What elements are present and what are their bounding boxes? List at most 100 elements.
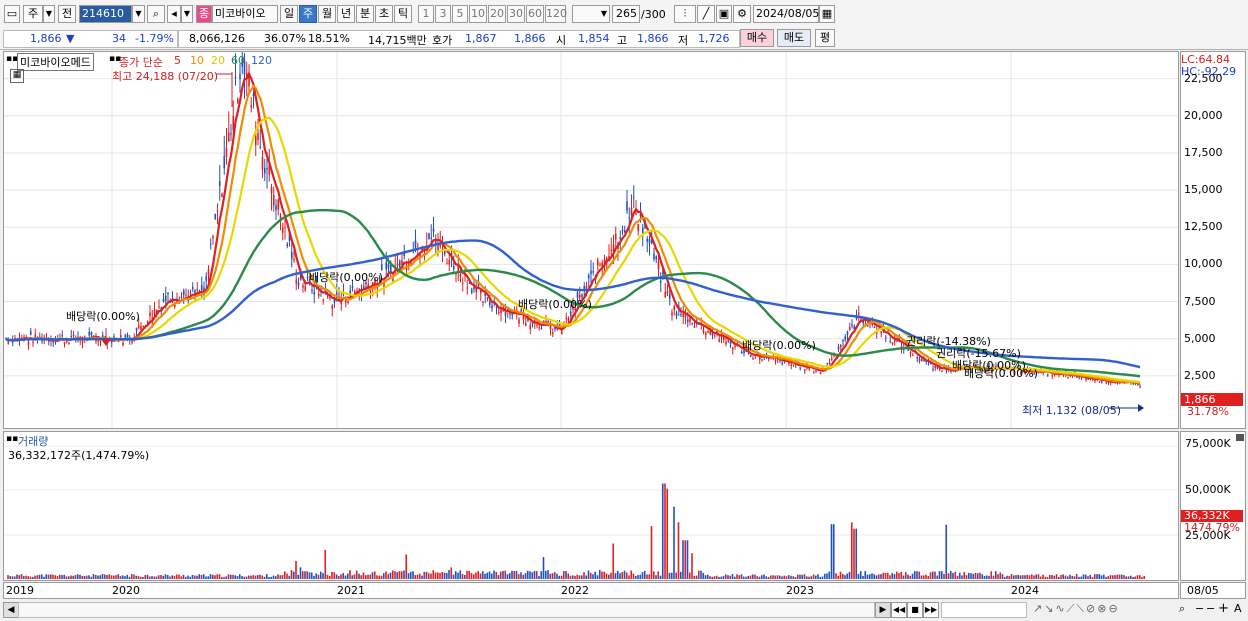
candle-body — [934, 365, 937, 369]
candle-body — [1139, 386, 1141, 388]
interval-tab-2[interactable]: 5 — [452, 5, 468, 23]
volume-bar — [569, 575, 572, 579]
sell-button[interactable]: 매도 — [777, 29, 811, 47]
candle-body — [230, 133, 232, 135]
candle-icon[interactable]: ⫶ — [674, 5, 696, 23]
interval-tab-6[interactable]: 60 — [526, 5, 544, 23]
period-tab-5[interactable]: 초 — [375, 5, 393, 23]
period-tab-4[interactable]: 분 — [356, 5, 374, 23]
volume-bar — [405, 554, 408, 579]
speaker-icon[interactable]: ◂ — [167, 5, 181, 23]
volume-bar — [556, 573, 558, 579]
eval-button[interactable]: 평 — [815, 29, 835, 47]
volume-bar — [189, 576, 192, 579]
plus-icon[interactable]: + — [1218, 601, 1229, 616]
candle-body — [666, 290, 669, 294]
candle-body — [68, 342, 70, 344]
range-slider[interactable] — [941, 602, 1027, 618]
font-size-icon[interactable]: A — [1234, 602, 1242, 615]
period-tab-2[interactable]: 월 — [318, 5, 336, 23]
buy-button[interactable]: 매수 — [740, 29, 774, 47]
period-tab-3[interactable]: 년 — [337, 5, 355, 23]
volume-bar — [664, 483, 666, 579]
price-tick-5: 10,000 — [1184, 257, 1223, 271]
interval-tab-3[interactable]: 10 — [469, 5, 487, 23]
count-input[interactable]: 265 — [612, 5, 640, 23]
volume-bar — [781, 576, 783, 579]
zoom-out-icon[interactable]: − — [1195, 602, 1204, 615]
gear-icon[interactable]: ⚙ — [733, 5, 751, 23]
price-chart[interactable]: ▪▪ 미코바이오메드 ▪▪ 종가 단순 5 10 20 60 120 ▦ 최고 … — [3, 51, 1179, 429]
code-input[interactable]: 214610 — [79, 5, 132, 23]
scroll-track[interactable] — [18, 602, 875, 618]
candle-body — [909, 351, 912, 354]
window-icon[interactable]: ▭ — [4, 5, 20, 23]
interval-tab-4[interactable]: 20 — [488, 5, 506, 23]
volume-bar — [416, 574, 419, 579]
prev-button[interactable]: 전 — [58, 5, 76, 23]
volume-bar — [40, 574, 43, 579]
volume-bar — [934, 571, 936, 579]
candle-body — [889, 341, 892, 343]
candle-body — [1107, 382, 1110, 384]
type-select[interactable]: 주 — [23, 5, 43, 23]
period-tab-0[interactable]: 일 — [280, 5, 298, 23]
type-dropdown-icon[interactable]: ▼ — [43, 5, 55, 23]
candle-body — [826, 363, 829, 365]
interval-tab-5[interactable]: 30 — [507, 5, 525, 23]
candle-body — [641, 227, 644, 233]
search-icon[interactable]: ⌕ — [147, 5, 165, 23]
interval-tab-7[interactable]: 120 — [545, 5, 567, 23]
volume-bar — [184, 576, 187, 579]
calendar-icon[interactable]: ▦ — [819, 5, 835, 23]
candle-body — [707, 331, 709, 333]
code-dropdown-icon[interactable]: ▼ — [132, 5, 145, 23]
volume-bar — [571, 575, 574, 579]
candle-body — [790, 364, 793, 366]
speaker-dropdown-icon[interactable]: ▼ — [181, 5, 193, 23]
interval-tab-0[interactable]: 1 — [418, 5, 434, 23]
candle-body — [392, 278, 394, 282]
rewind-icon[interactable]: ◀◀ — [891, 602, 907, 618]
period-tab-6[interactable]: 틱 — [394, 5, 412, 23]
volume-bar — [742, 576, 745, 579]
volume-bar — [794, 576, 797, 579]
candle-body — [223, 156, 226, 169]
volume-bar — [241, 576, 243, 579]
volume-bar — [135, 575, 138, 579]
save-icon[interactable]: ▣ — [716, 5, 732, 23]
volume-bar — [641, 572, 644, 579]
minus-icon[interactable]: − — [1206, 602, 1215, 615]
volume-bar — [182, 574, 185, 579]
stop-icon[interactable]: ■ — [907, 602, 923, 618]
date-input[interactable]: 2024/08/05 — [753, 5, 819, 23]
volume-bar — [1028, 575, 1031, 579]
volume-bar — [211, 574, 214, 579]
line-tool-icon[interactable]: ╱ — [697, 5, 715, 23]
volume-bar — [880, 574, 882, 579]
ma-120: 120 — [251, 54, 272, 67]
draw-tools-icons[interactable]: ↗↘∿⟋⟍⊘⊗⊖ — [1033, 602, 1120, 616]
scroll-right-icon[interactable]: ▶ — [875, 602, 891, 618]
table-icon[interactable]: ▦ — [10, 69, 24, 83]
toolbar: ▭ 주 ▼ 전 214610 ▼ ⌕ ◂ ▼ 종 미코바이오 일주월년분초틱 1… — [0, 0, 1248, 29]
volume-bar — [180, 576, 183, 579]
candle-body — [891, 342, 894, 344]
candle-body — [7, 342, 10, 344]
forward-icon[interactable]: ▶▶ — [923, 602, 939, 618]
volume-bar — [72, 575, 75, 579]
scroll-left-icon[interactable]: ◀ — [3, 602, 19, 618]
volume-bar — [749, 575, 752, 579]
panel-close-icon[interactable] — [1236, 434, 1244, 441]
volume-panel[interactable]: ▪▪ 거래량 36,332,172주(1,474.79%) — [3, 431, 1179, 581]
volume-bar — [1080, 576, 1083, 579]
candle-body — [295, 279, 298, 284]
volume-bar — [18, 575, 21, 579]
zoom-icon[interactable]: ⌕ — [1179, 602, 1185, 616]
interval-dropdown[interactable]: ▼ — [572, 5, 610, 23]
volume-bar — [668, 572, 671, 579]
interval-tab-1[interactable]: 3 — [435, 5, 451, 23]
volume-bar — [193, 575, 196, 579]
volume-bar — [603, 571, 606, 579]
period-tab-1[interactable]: 주 — [299, 5, 317, 23]
